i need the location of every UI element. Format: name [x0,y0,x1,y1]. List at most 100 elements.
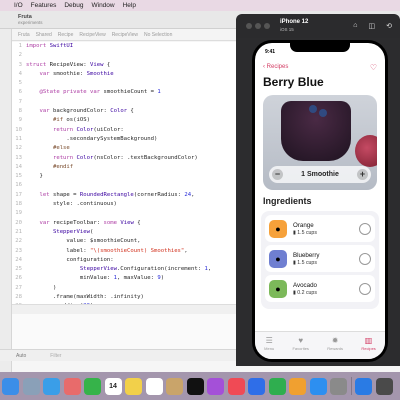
menu-debug[interactable]: Debug [64,2,83,9]
code-text: value: $smoothieCount, [26,238,141,245]
calendar-icon[interactable]: 14 [104,377,122,395]
appletv-icon[interactable] [186,377,204,395]
ingredient-row[interactable]: ● Avocado ▮ 0.2 cups [265,275,375,302]
tab-recipes[interactable]: ▥ Recipes [361,336,375,359]
ingredient-row[interactable]: ● Blueberry ▮ 1.5 cups [265,245,375,272]
code-line[interactable]: 1 import SwiftUI [12,42,252,51]
breadcrumb-item[interactable]: Fruta [18,32,30,38]
code-line[interactable]: 7 [12,98,252,107]
line-number: 2 [18,52,22,59]
photos-icon[interactable] [63,377,81,395]
breadcrumb-item[interactable]: Recipe [58,32,74,38]
code-line[interactable]: 19 [12,209,252,218]
code-line[interactable]: 20 var recipeToolbar: some View { [12,219,252,228]
rotate-icon[interactable]: ⟲ [386,22,392,30]
code-line[interactable]: 15 } [12,172,252,181]
line-number: 9 [18,117,22,124]
line-number: 5 [18,80,22,87]
code-line[interactable]: 21 StepperView( [12,228,252,237]
notes-icon[interactable] [125,377,142,395]
facetime-icon[interactable] [84,377,101,395]
code-line[interactable]: 3 struct RecipeView: View { [12,61,252,70]
home-icon[interactable]: ⌂ [353,22,357,30]
code-text: var recipeToolbar: some View { [39,219,141,226]
menu-window[interactable]: Window [91,2,114,9]
line-number: 1 [18,43,22,49]
zoom-window-button[interactable] [264,23,270,29]
safari-icon[interactable] [43,377,60,395]
minimize-window-button[interactable] [255,23,261,29]
screenshot-icon[interactable]: ◫ [369,22,376,30]
menu-io[interactable]: I/O [14,2,23,9]
code-line[interactable]: 2 [12,51,252,60]
code-line[interactable]: 6 @State private var smoothieCount = 1 [12,88,252,97]
line-number: 18 [15,201,22,208]
line-number: 22 [15,238,22,245]
favorite-heart-icon[interactable]: ♡ [370,63,377,72]
line-number: 20 [15,219,22,226]
tab-menu[interactable]: ☰ Menu [264,336,274,359]
menu-help[interactable]: Help [123,2,136,9]
reminders-icon[interactable] [145,377,163,395]
breadcrumb-item[interactable]: Shared [36,32,52,38]
preview-icon[interactable] [166,377,183,395]
ingredient-row[interactable]: ● Orange ▮ 1.5 cups [265,215,375,242]
menu-features[interactable]: Features [31,2,57,9]
close-window-button[interactable] [246,23,252,29]
iphone-frame: 9:41 ‹ Recipes ♡ Berry Blue − 1 Smoothie… [252,40,388,362]
code-text: .frame(maxWidth: .infinity) [26,294,144,301]
status-auto[interactable]: Auto [16,353,26,359]
simulator-icon[interactable] [375,377,393,395]
tab-favorites[interactable]: ♥ Favorites [292,336,308,359]
breadcrumb-item[interactable]: RecipeView [79,32,105,38]
code-line[interactable]: 4 var smoothie: Smoothie [12,70,252,79]
line-number: 25 [15,266,22,273]
filter-field[interactable]: Filter [50,353,61,359]
code-line[interactable]: 5 [12,79,252,88]
menu-icon: ☰ [265,336,273,345]
code-line[interactable]: 8 var backgroundColor: Color { [12,107,252,116]
appstore-icon[interactable] [309,377,327,395]
blueberry-garnish [319,109,327,117]
code-line[interactable]: 17 let shape = RoundedRectangle(cornerRa… [12,191,252,200]
code-editor[interactable]: 1 import SwiftUI 2 3 struct RecipeView: View… [12,42,252,304]
code-line[interactable]: 16 [12,181,252,190]
finder-icon[interactable] [2,377,19,395]
nav-bar: ‹ Recipes ♡ [255,61,385,73]
code-line[interactable]: 12 #else [12,144,252,153]
code-line[interactable]: 22 value: $smoothieCount, [12,237,252,246]
simulator-device-name: iPhone 12 [280,19,309,25]
code-line[interactable]: 24 configuration: [12,256,252,265]
code-line[interactable]: 23 label: "\(smoothieCount) Smoothies", [12,247,252,256]
increment-button[interactable]: + [356,169,368,180]
navigator-sidebar[interactable] [0,29,12,372]
numbers-icon[interactable] [268,377,286,395]
xcode-icon[interactable] [355,377,372,395]
code-line[interactable]: 26 minValue: 1, maxValue: 9) [12,274,252,283]
code-line[interactable]: 25 StepperView.Configuration(increment: … [12,265,252,274]
tab-rewards[interactable]: ✹ Rewards [327,336,343,359]
keynote-icon[interactable] [248,377,265,395]
settings-icon[interactable] [330,377,347,395]
breadcrumb-item[interactable]: RecipeView [112,32,138,38]
ingredient-checkbox[interactable] [359,252,371,265]
breadcrumb-item[interactable]: No Selection [144,32,172,38]
code-line[interactable]: 14 #endif [12,163,252,172]
code-line[interactable]: 10 return Color(uiColor: [12,126,252,135]
menu-bar: I/O Features Debug Window Help [0,0,400,11]
code-line[interactable]: 11 .secondarySystemBackground) [12,135,252,144]
decrement-button[interactable]: − [272,169,283,180]
ingredient-checkbox[interactable] [359,282,371,295]
news-icon[interactable] [227,377,245,395]
code-line[interactable]: 27 ) [12,284,252,293]
pages-icon[interactable] [289,377,306,395]
ingredient-checkbox[interactable] [359,222,371,235]
code-line[interactable]: 18 style: .continuous) [12,200,252,209]
line-number: 17 [15,191,22,198]
code-line[interactable]: 13 return Color(nsColor: .textBackground… [12,154,252,163]
launchpad-icon[interactable] [22,377,40,395]
code-line[interactable]: 9 #if os(iOS) [12,116,252,125]
podcasts-icon[interactable] [207,377,224,395]
back-button[interactable]: ‹ Recipes [263,64,288,70]
code-line[interactable]: 28 .frame(maxWidth: .infinity) [12,293,252,302]
